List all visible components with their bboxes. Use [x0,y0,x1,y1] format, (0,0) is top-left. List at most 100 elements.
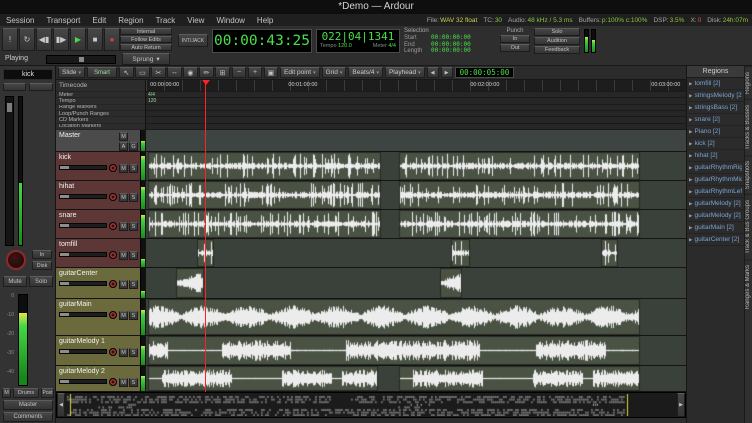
shuttle-speed-control[interactable] [46,55,116,64]
track-gain-fader[interactable] [59,379,107,384]
mute-button[interactable]: M [119,193,128,202]
track-gain-fader[interactable] [59,165,107,170]
ruler-label-timecode[interactable]: Timecode [56,80,145,92]
region-list-item[interactable]: ▶hihat [2] [687,150,744,162]
expand-arrow-icon[interactable]: ▶ [689,81,692,87]
solo-button[interactable]: S [129,280,138,289]
track-header-guitarmain[interactable]: guitarMainMS [56,299,146,336]
snap-mode-select[interactable]: Grid ▾ [322,67,347,78]
strip-mini-button-2[interactable] [29,83,53,91]
strip-solo-button[interactable]: Solo [29,276,53,287]
goto-start-button[interactable]: ◀▮ [36,28,52,51]
master-group-button[interactable]: G [129,142,138,151]
track-header-master[interactable]: MasterMAG [56,130,146,152]
feedback-button[interactable]: Feedback [534,46,580,54]
expand-arrow-icon[interactable]: ▶ [689,141,692,147]
solo-button[interactable]: S [129,251,138,260]
region-list-item[interactable]: ▶guitarRhythmRigh [687,162,744,174]
track-header-guitarmelody-2[interactable]: guitarMelody 2MS [56,366,146,392]
zoom-focus-select[interactable]: Playhead ▾ [385,67,425,78]
expand-arrow-icon[interactable]: ▶ [689,177,692,183]
object-tool[interactable]: ↖ [119,67,134,78]
region-list-item[interactable]: ▶guitarCenter [2] [687,234,744,246]
cut-tool[interactable]: ✂ [151,67,166,78]
solo-button[interactable]: S [129,378,138,387]
region-list-item[interactable]: ▶guitarMelody [2] [687,210,744,222]
region-list-item[interactable]: ▶stringsMelody [2] [687,90,744,102]
track-header-guitarmelody-1[interactable]: guitarMelody 1MS [56,336,146,366]
strip-record-enable-button[interactable] [6,250,26,270]
side-tab-regions[interactable]: Regions [745,66,752,99]
mute-button[interactable]: M [119,222,128,231]
primary-clock[interactable]: 00:00:43:25 [212,29,312,53]
region-list-item[interactable]: ▶guitarRhythmLeft [687,186,744,198]
menu-help[interactable]: Help [251,16,279,25]
track-lane-master[interactable] [146,130,686,152]
expand-arrow-icon[interactable]: ▶ [689,237,692,243]
track-lane-guitarmain[interactable] [146,299,686,336]
sync-source-button[interactable]: INT/JACK [178,34,208,47]
expand-arrow-icon[interactable]: ▶ [689,105,692,111]
mute-button[interactable]: M [119,378,128,387]
grid-unit-select[interactable]: Beats/4 ▾ [348,67,383,78]
strip-gain-fader[interactable] [5,96,14,246]
internal-edit-tool[interactable]: ⊞ [215,67,230,78]
region-list-item[interactable]: ▶tomfill [2] [687,78,744,90]
track-lane-hihat[interactable] [146,181,686,210]
strip-mute-button[interactable]: Mute [3,276,27,287]
track-header-guitarcenter[interactable]: guitarCenterMS [56,268,146,299]
strip-group-button[interactable]: Drums [13,388,39,398]
midi-panic-button[interactable]: ! [2,28,18,51]
record-arm-button[interactable] [109,222,117,230]
region-list-item[interactable]: ▶snare [2] [687,114,744,126]
track-lane-kick[interactable] [146,152,686,181]
expand-arrow-icon[interactable]: ▶ [689,153,692,159]
strip-comments-button[interactable]: Comments [3,412,53,422]
side-tab-tracks-busses[interactable]: Tracks & Busses [745,99,752,155]
auto-return-button[interactable]: Auto Return [120,44,172,51]
solo-button[interactable]: S [129,193,138,202]
region-list-item[interactable]: ▶Piano [2] [687,126,744,138]
track-header-tomfill[interactable]: tomfillMS [56,239,146,268]
playhead-line[interactable] [205,80,206,392]
solo-button[interactable]: S [129,348,138,357]
summary-overview[interactable] [65,394,677,416]
menu-session[interactable]: Session [0,16,40,25]
edit-point-select[interactable]: Edit point ▾ [280,67,320,78]
session-summary[interactable]: ◀ ▶ [56,392,686,418]
region-list-item[interactable]: ▶guitarRhythmMid [687,174,744,186]
menu-track[interactable]: Track [150,16,182,25]
side-tab-snapshots[interactable]: Snapshots [745,155,752,194]
track-header-snare[interactable]: snareMS [56,210,146,239]
menu-window[interactable]: Window [210,16,250,25]
expand-arrow-icon[interactable]: ▶ [689,189,692,195]
audition-tool[interactable]: ◉ [183,67,198,78]
expand-arrow-icon[interactable]: ▶ [689,165,692,171]
solo-button[interactable]: S [129,164,138,173]
edit-mode-select[interactable]: Slide ▾ [58,67,85,78]
region-list-item[interactable]: ▶kick [2] [687,138,744,150]
record-button[interactable]: ● [104,28,120,51]
region-list-item[interactable]: ▶guitarMelody [2] [687,198,744,210]
punch-out-button[interactable]: Out [500,44,530,52]
playhead-marker-icon[interactable] [202,80,210,85]
strip-track-name-button[interactable]: kick [3,69,53,80]
stretch-tool[interactable]: ↔ [167,67,182,78]
nudge-clock[interactable]: 00:00:05:00 [455,67,515,78]
punch-in-button[interactable]: In [500,35,530,43]
monitor-input-button[interactable]: In [32,250,52,259]
follow-edits-button[interactable]: Follow Edits [120,36,172,43]
expand-arrow-icon[interactable]: ▶ [689,129,692,135]
smart-mode-button[interactable]: Smart [87,67,117,78]
record-arm-button[interactable] [109,193,117,201]
mute-button[interactable]: M [119,280,128,289]
strip-meter-point-button[interactable]: Post [41,388,54,398]
track-lane-snare[interactable] [146,210,686,239]
loop-button[interactable]: ↻ [19,28,35,51]
track-gain-fader[interactable] [59,252,107,257]
track-gain-fader[interactable] [59,312,107,317]
titlebar[interactable]: *Demo — Ardour [0,0,752,14]
zoom-in-button[interactable]: + [248,67,262,78]
menu-edit[interactable]: Edit [86,16,112,25]
expand-arrow-icon[interactable]: ▶ [689,93,692,99]
